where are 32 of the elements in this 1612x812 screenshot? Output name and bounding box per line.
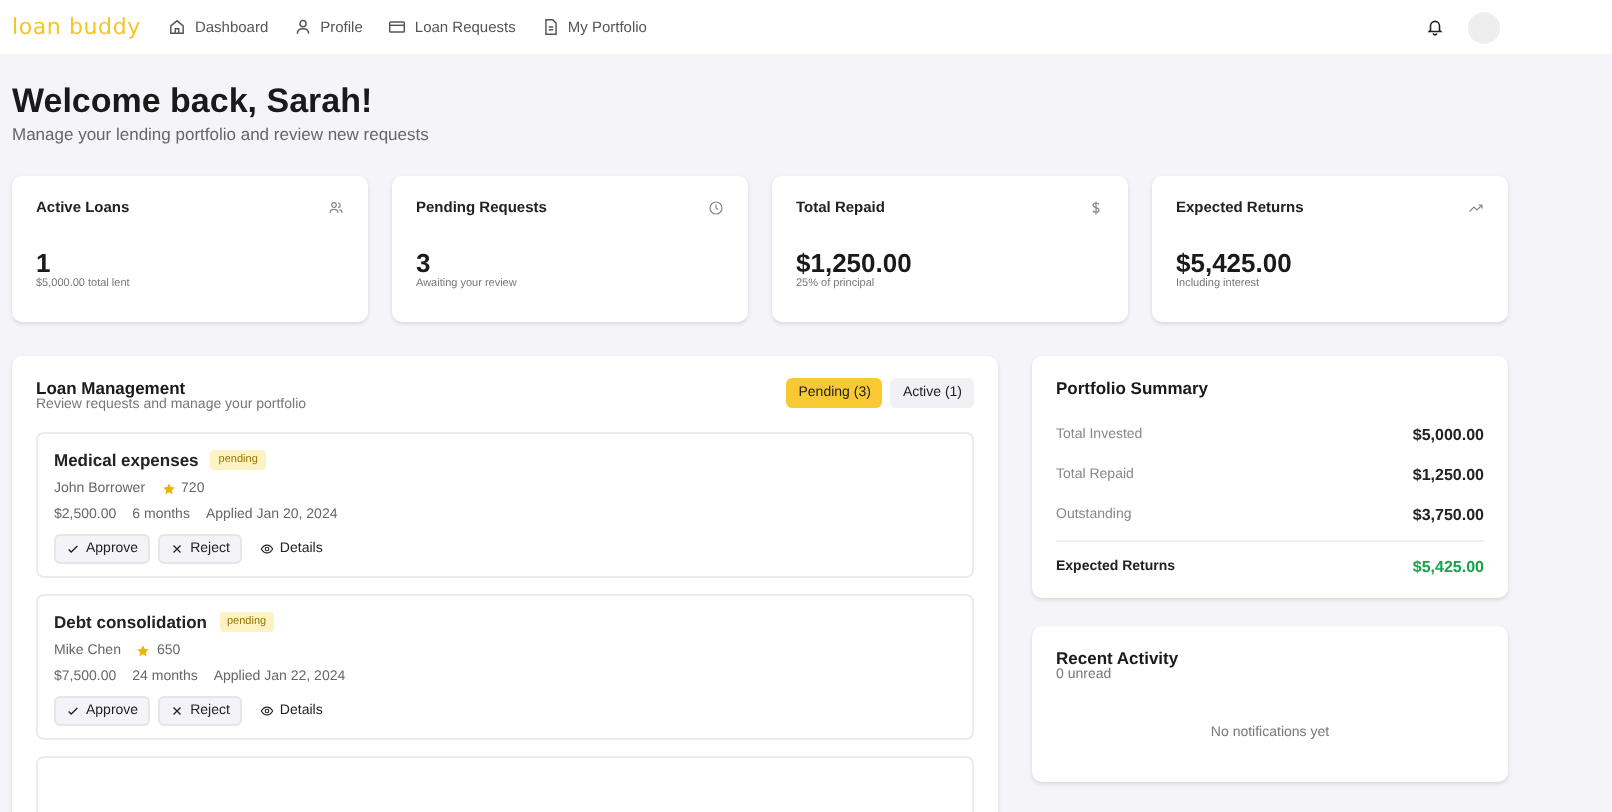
eye-icon — [259, 704, 274, 718]
star-icon — [161, 482, 176, 496]
users-icon — [328, 199, 344, 215]
eye-icon — [259, 542, 274, 556]
panel-title: Recent Activity — [1056, 648, 1181, 668]
summary-value: $3,750.00 — [1412, 506, 1484, 524]
panel-title: Loan Management — [36, 378, 188, 398]
stat-value: 1 — [36, 248, 53, 278]
stat-value: $5,425.00 — [1176, 248, 1294, 278]
trend-up-icon — [1468, 199, 1484, 215]
dollar-icon — [1088, 199, 1104, 215]
home-icon — [168, 18, 187, 36]
summary-value: $5,425.00 — [1412, 558, 1484, 576]
summary-value: $1,250.00 — [1412, 466, 1484, 484]
welcome-subtitle: Manage your lending portfolio and review new requests — [12, 124, 431, 144]
close-icon — [170, 704, 185, 718]
check-icon — [66, 704, 80, 718]
card-icon — [388, 18, 407, 36]
stat-value: $1,250.00 — [796, 248, 914, 278]
panel-title: Portfolio Summary — [1056, 378, 1211, 398]
check-icon — [66, 542, 80, 556]
stat-value: 3 — [416, 248, 433, 278]
loan-purpose: Debt consolidation — [54, 612, 207, 632]
document-icon — [541, 18, 560, 36]
close-icon — [170, 542, 185, 556]
user-icon — [294, 18, 313, 36]
loan-purpose: Medical expenses — [54, 450, 199, 470]
notification-bell-icon[interactable] — [1426, 18, 1444, 36]
summary-value: $5,000.00 — [1412, 426, 1484, 444]
clock-icon — [708, 199, 724, 215]
welcome-title: Welcome back, Sarah! — [12, 82, 375, 122]
star-icon — [136, 644, 151, 658]
